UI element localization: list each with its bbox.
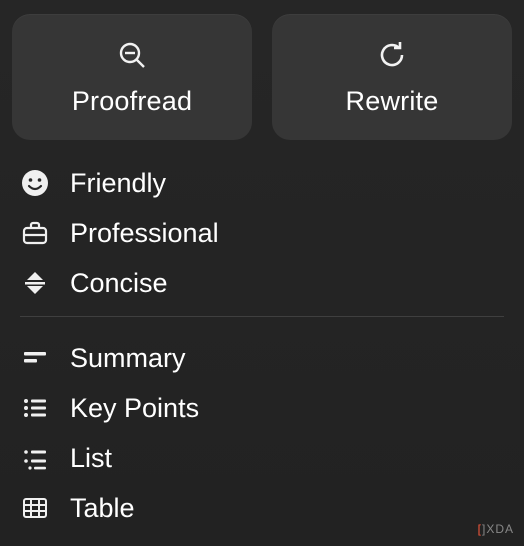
proofread-label: Proofread [72,86,192,117]
table-label: Table [70,493,135,524]
proofread-icon [115,38,149,72]
list-icon [20,443,50,473]
proofread-card[interactable]: Proofread [12,14,252,140]
watermark-text: XDA [486,522,514,536]
table-icon [20,493,50,523]
summary-item[interactable]: Summary [20,333,504,383]
section-divider [20,316,504,317]
top-card-row: Proofread Rewrite [0,0,524,150]
summary-label: Summary [70,343,186,374]
professional-item[interactable]: Professional [20,208,504,258]
format-list: Summary Key Points List [0,325,524,533]
table-item[interactable]: Table [20,483,504,533]
keypoints-label: Key Points [70,393,199,424]
keypoints-icon [20,393,50,423]
tone-list: Friendly Professional Concise [0,150,524,308]
list-label: List [70,443,112,474]
keypoints-item[interactable]: Key Points [20,383,504,433]
list-item-option[interactable]: List [20,433,504,483]
watermark: []XDA [478,522,514,536]
professional-label: Professional [70,218,219,249]
concise-item[interactable]: Concise [20,258,504,308]
professional-icon [20,218,50,248]
concise-icon [20,268,50,298]
rewrite-icon [375,38,409,72]
rewrite-card[interactable]: Rewrite [272,14,512,140]
rewrite-label: Rewrite [346,86,439,117]
friendly-label: Friendly [70,168,166,199]
summary-icon [20,343,50,373]
friendly-icon [20,168,50,198]
concise-label: Concise [70,268,168,299]
friendly-item[interactable]: Friendly [20,158,504,208]
